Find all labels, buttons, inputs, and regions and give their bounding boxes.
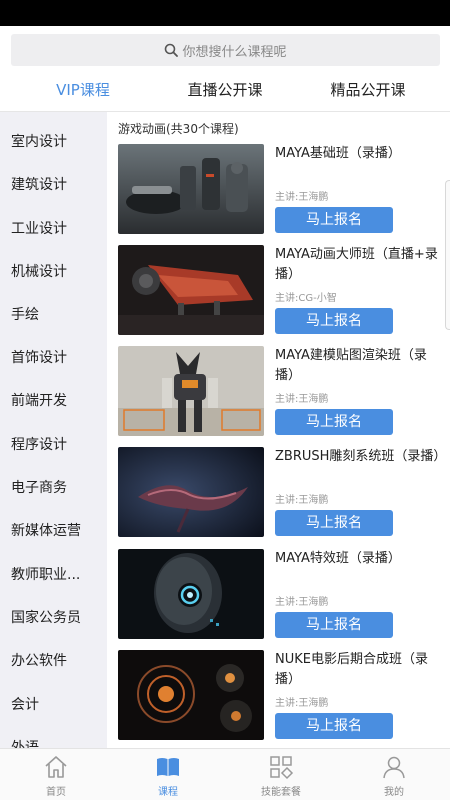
tabbar-home[interactable]: 首页 bbox=[0, 749, 112, 801]
sidebar-item-mechanical[interactable]: 机械设计 bbox=[11, 261, 67, 281]
enroll-button[interactable]: 马上报名 bbox=[275, 713, 393, 739]
tabbar-mine[interactable]: 我的 bbox=[338, 749, 450, 801]
sidebar-item-teacher[interactable]: 教师职业... bbox=[11, 564, 80, 584]
course-teacher: 主讲:王海鹏 bbox=[275, 192, 329, 203]
sidebar-item-language[interactable]: 外语 bbox=[11, 737, 39, 748]
search-input[interactable]: 你想搜什么课程呢 bbox=[11, 34, 440, 66]
grid-icon bbox=[270, 756, 294, 780]
course-teacher: 主讲:王海鹏 bbox=[275, 698, 329, 709]
tabbar-packages[interactable]: 技能套餐 bbox=[225, 749, 337, 801]
course-title: ZBRUSH雕刻系统班（录播） bbox=[275, 449, 447, 464]
enroll-button[interactable]: 马上报名 bbox=[275, 207, 393, 233]
enroll-button[interactable]: 马上报名 bbox=[275, 510, 393, 536]
category-sidebar: 室内设计 建筑设计 工业设计 机械设计 手绘 首饰设计 前端开发 程序设计 电子… bbox=[0, 112, 107, 748]
book-icon bbox=[157, 758, 179, 776]
sidebar-item-ecommerce[interactable]: 电子商务 bbox=[11, 477, 67, 497]
category-header: 游戏动画(共30个课程) bbox=[118, 122, 239, 136]
side-drawer-handle[interactable] bbox=[445, 180, 450, 330]
sidebar-item-interior[interactable]: 室内设计 bbox=[11, 131, 67, 151]
course-teacher: 主讲:CG-小智 bbox=[275, 293, 337, 304]
tab-live[interactable]: 直播公开课 bbox=[173, 74, 277, 112]
enroll-button[interactable]: 马上报名 bbox=[275, 308, 393, 334]
enroll-button[interactable]: 马上报名 bbox=[275, 409, 393, 435]
sidebar-item-industrial[interactable]: 工业设计 bbox=[11, 218, 67, 238]
bottom-tab-bar: 首页 课程 技能套餐 我的 bbox=[0, 748, 450, 800]
sidebar-item-frontend[interactable]: 前端开发 bbox=[11, 390, 67, 410]
home-icon bbox=[45, 756, 67, 778]
sidebar-item-new-media[interactable]: 新媒体运营 bbox=[11, 520, 81, 540]
course-card[interactable]: MAYA基础班（录播） 主讲:王海鹏 马上报名 bbox=[118, 144, 443, 236]
tab-featured[interactable]: 精品公开课 bbox=[316, 74, 420, 112]
course-list: 游戏动画(共30个课程) MAYA基础班（录播） 主讲:王海鹏 马上报名 MAY… bbox=[107, 112, 450, 748]
status-bar bbox=[0, 0, 450, 26]
course-tabs: VIP课程 直播公开课 精品公开课 bbox=[0, 74, 450, 112]
course-thumbnail bbox=[118, 144, 264, 234]
course-thumbnail bbox=[118, 447, 264, 537]
tabbar-label: 技能套餐 bbox=[261, 787, 301, 798]
enroll-button[interactable]: 马上报名 bbox=[275, 612, 393, 638]
course-thumbnail bbox=[118, 346, 264, 436]
course-card[interactable]: MAYA特效班（录播） 主讲:王海鹏 马上报名 bbox=[118, 549, 443, 641]
search-bar: 你想搜什么课程呢 bbox=[0, 26, 450, 74]
tabbar-label: 课程 bbox=[158, 787, 178, 798]
tab-vip[interactable]: VIP课程 bbox=[40, 74, 126, 112]
user-icon bbox=[383, 756, 405, 779]
course-title: MAYA动画大师班（直播+录播） bbox=[275, 247, 438, 282]
sidebar-item-architecture[interactable]: 建筑设计 bbox=[11, 174, 67, 194]
sidebar-item-sketch[interactable]: 手绘 bbox=[11, 304, 39, 324]
course-card[interactable]: MAYA建模贴图渲染班（录播） 主讲:王海鹏 马上报名 bbox=[118, 346, 443, 438]
course-teacher: 主讲:王海鹏 bbox=[275, 597, 329, 608]
course-card[interactable]: ZBRUSH雕刻系统班（录播） 主讲:王海鹏 马上报名 bbox=[118, 447, 447, 539]
course-thumbnail bbox=[118, 549, 264, 639]
course-thumbnail bbox=[118, 650, 264, 740]
course-thumbnail bbox=[118, 245, 264, 335]
sidebar-item-office[interactable]: 办公软件 bbox=[11, 650, 67, 670]
search-placeholder: 你想搜什么课程呢 bbox=[182, 44, 287, 60]
course-title: MAYA特效班（录播） bbox=[275, 551, 401, 566]
sidebar-item-jewelry[interactable]: 首饰设计 bbox=[11, 347, 67, 367]
tabbar-course[interactable]: 课程 bbox=[112, 749, 224, 801]
search-icon bbox=[165, 43, 179, 57]
course-title: NUKE电影后期合成班（录播） bbox=[275, 652, 428, 687]
sidebar-item-accounting[interactable]: 会计 bbox=[11, 694, 39, 714]
tabbar-label: 首页 bbox=[46, 787, 66, 798]
tabbar-label: 我的 bbox=[384, 787, 404, 798]
course-card[interactable]: MAYA动画大师班（直播+录播） 主讲:CG-小智 马上报名 bbox=[118, 245, 443, 337]
course-title: MAYA建模贴图渲染班（录播） bbox=[275, 348, 427, 383]
course-teacher: 主讲:王海鹏 bbox=[275, 495, 329, 506]
sidebar-item-programming[interactable]: 程序设计 bbox=[11, 434, 67, 454]
course-teacher: 主讲:王海鹏 bbox=[275, 394, 329, 405]
sidebar-item-civil-service[interactable]: 国家公务员 bbox=[11, 607, 81, 627]
course-title: MAYA基础班（录播） bbox=[275, 146, 401, 161]
course-card[interactable]: NUKE电影后期合成班（录播） 主讲:王海鹏 马上报名 bbox=[118, 650, 443, 742]
